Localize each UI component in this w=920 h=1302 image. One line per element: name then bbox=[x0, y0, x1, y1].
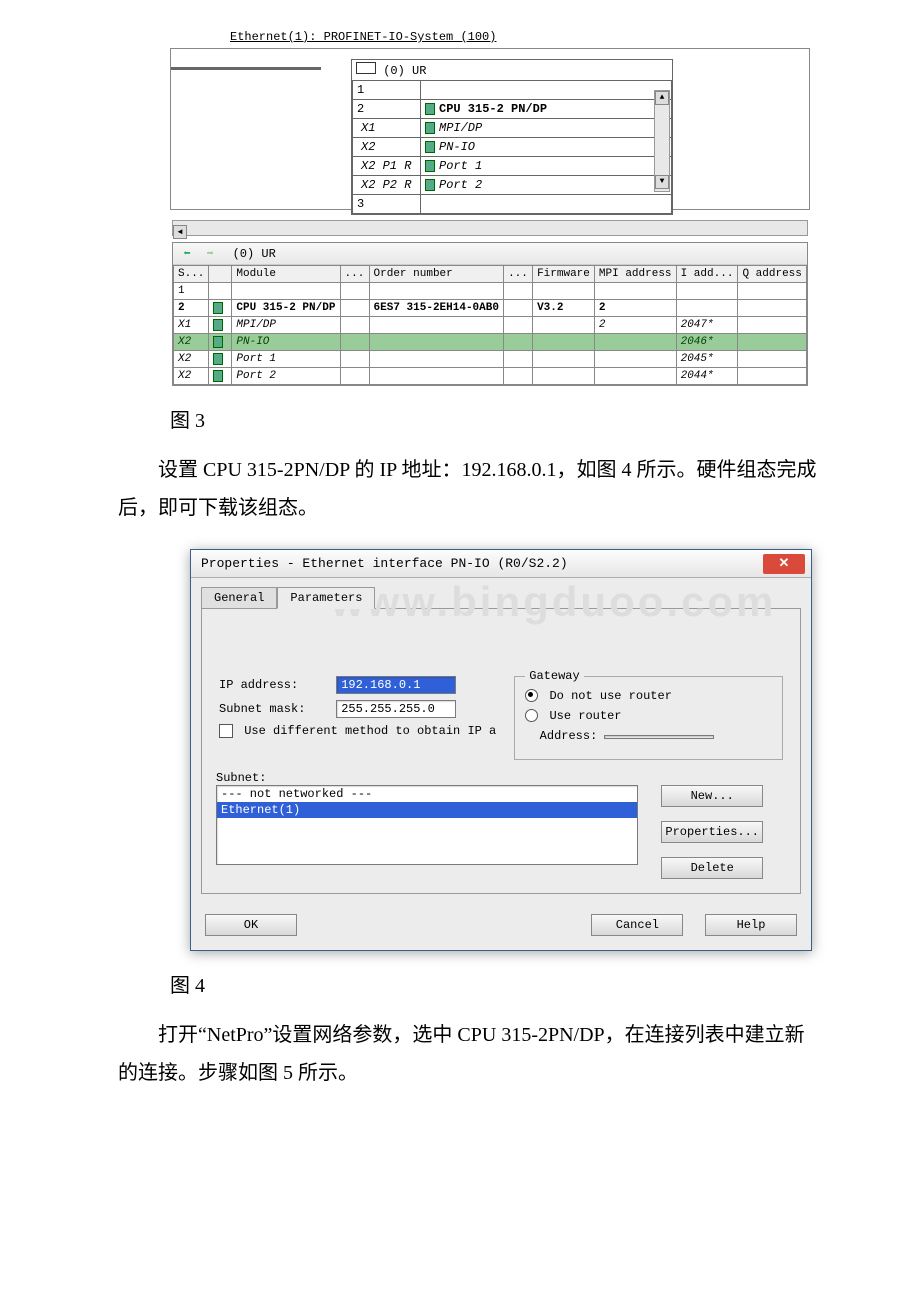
slot-cell[interactable]: 1 bbox=[353, 81, 421, 100]
figure-caption-4: 图 4 bbox=[170, 969, 860, 998]
new-button[interactable]: New... bbox=[661, 785, 763, 807]
module-icon bbox=[213, 353, 223, 365]
slot-name[interactable] bbox=[421, 81, 672, 100]
dialog-titlebar[interactable]: Properties - Ethernet interface PN-IO (R… bbox=[191, 550, 811, 578]
profinet-rail bbox=[171, 67, 321, 70]
rack-title: (0) UR bbox=[383, 64, 426, 78]
diff-method-label: Use different method to obtain IP a bbox=[244, 724, 496, 738]
module-icon bbox=[425, 141, 435, 153]
col-mpi[interactable]: MPI address bbox=[594, 266, 676, 283]
slot-cell[interactable]: X2 bbox=[353, 138, 421, 157]
slot-cell[interactable]: 2 bbox=[353, 100, 421, 119]
module-icon bbox=[425, 160, 435, 172]
scroll-left-icon[interactable]: ◄ bbox=[173, 225, 187, 239]
slot-name[interactable]: CPU 315-2 PN/DP bbox=[421, 100, 672, 119]
detail-header: ⬅ ➡ (0) UR bbox=[173, 243, 807, 265]
module-icon bbox=[425, 103, 435, 115]
slot-cell[interactable]: X2 P2 R bbox=[353, 176, 421, 195]
table-row-selected[interactable]: X2PN-IO2046* bbox=[174, 334, 807, 351]
subnet-listbox[interactable]: --- not networked --- Ethernet(1) bbox=[216, 785, 638, 865]
gw-addr-input bbox=[604, 735, 714, 739]
topology-area: (0) UR 1 2CPU 315-2 PN/DP X1MPI/DP X2PN-… bbox=[170, 48, 810, 210]
no-router-label: Do not use router bbox=[549, 689, 671, 703]
dialog-footer: OK Cancel Help bbox=[191, 904, 811, 950]
table-row[interactable]: 1 bbox=[174, 283, 807, 300]
gateway-group: Gateway Do not use router Use router Add… bbox=[514, 676, 783, 760]
module-icon bbox=[213, 302, 223, 314]
ok-button[interactable]: OK bbox=[205, 914, 297, 936]
slot-name[interactable] bbox=[421, 195, 672, 214]
radio-no-router[interactable] bbox=[525, 689, 538, 702]
table-row[interactable]: 2CPU 315-2 PN/DP6ES7 315-2EH14-0AB0V3.22 bbox=[174, 300, 807, 317]
mask-label: Subnet mask: bbox=[219, 702, 329, 716]
col-dots[interactable]: ... bbox=[340, 266, 369, 283]
slot-name[interactable]: Port 1 bbox=[421, 157, 672, 176]
close-icon[interactable]: ✕ bbox=[763, 554, 805, 574]
slot-cell[interactable]: 3 bbox=[353, 195, 421, 214]
ip-label: IP address: bbox=[219, 678, 329, 692]
table-row[interactable]: X2Port 22044* bbox=[174, 368, 807, 385]
module-icon bbox=[213, 336, 223, 348]
detail-table: S... Module ... Order number ... Firmwar… bbox=[173, 265, 807, 385]
scroll-down-icon[interactable]: ▼ bbox=[655, 175, 669, 189]
rack-box[interactable]: (0) UR 1 2CPU 315-2 PN/DP X1MPI/DP X2PN-… bbox=[351, 59, 673, 215]
module-icon bbox=[425, 122, 435, 134]
rack-header: (0) UR bbox=[352, 60, 672, 80]
slot-name[interactable]: PN-IO bbox=[421, 138, 672, 157]
module-icon bbox=[213, 319, 223, 331]
rack-table: 1 2CPU 315-2 PN/DP X1MPI/DP X2PN-IO X2 P… bbox=[352, 80, 672, 214]
module-icon bbox=[213, 370, 223, 382]
list-item[interactable]: --- not networked --- bbox=[217, 786, 637, 802]
table-row[interactable]: X2Port 12045* bbox=[174, 351, 807, 368]
cancel-button[interactable]: Cancel bbox=[591, 914, 683, 936]
slot-name[interactable]: Port 2 bbox=[421, 176, 672, 195]
properties-button[interactable]: Properties... bbox=[661, 821, 763, 843]
use-router-label: Use router bbox=[549, 709, 621, 723]
col-firmware[interactable]: Firmware bbox=[533, 266, 595, 283]
rack-scrollbar[interactable]: ▲ ▼ bbox=[654, 90, 670, 192]
slot-cell[interactable]: X1 bbox=[353, 119, 421, 138]
detail-title: (0) UR bbox=[233, 247, 276, 261]
col-qaddr[interactable]: Q address bbox=[738, 266, 807, 283]
tab-strip: GeneralParameters bbox=[191, 578, 811, 608]
slot-cell[interactable]: X2 P1 R bbox=[353, 157, 421, 176]
radio-use-router[interactable] bbox=[525, 709, 538, 722]
list-item-selected[interactable]: Ethernet(1) bbox=[217, 802, 637, 818]
col-slot[interactable]: S... bbox=[174, 266, 209, 283]
doc-paragraph: 打开“NetPro”设置网络参数，选中 CPU 315-2PN/DP，在连接列表… bbox=[118, 1016, 820, 1092]
col-icon bbox=[209, 266, 232, 283]
properties-dialog: Properties - Ethernet interface PN-IO (R… bbox=[190, 549, 812, 951]
module-icon bbox=[425, 179, 435, 191]
gateway-legend: Gateway bbox=[525, 669, 583, 683]
ip-input[interactable]: 192.168.0.1 bbox=[336, 676, 456, 694]
doc-paragraph: 设置 CPU 315-2PN/DP 的 IP 地址：192.168.0.1，如图… bbox=[118, 451, 820, 527]
col-module[interactable]: Module bbox=[232, 266, 340, 283]
help-button[interactable]: Help bbox=[705, 914, 797, 936]
nav-back-icon[interactable]: ⬅ bbox=[179, 246, 195, 260]
col-iaddr[interactable]: I add... bbox=[676, 266, 738, 283]
detail-panel: ⬅ ➡ (0) UR S... Module ... Order number … bbox=[172, 242, 808, 386]
slot-name[interactable]: MPI/DP bbox=[421, 119, 672, 138]
gw-addr-label: Address: bbox=[540, 729, 598, 743]
mask-input[interactable]: 255.255.255.0 bbox=[336, 700, 456, 718]
subnet-label: Ethernet(1): PROFINET-IO-System (100) bbox=[230, 30, 860, 44]
col-order[interactable]: Order number bbox=[369, 266, 504, 283]
delete-button[interactable]: Delete bbox=[661, 857, 763, 879]
nav-forward-icon[interactable]: ➡ bbox=[202, 246, 218, 260]
diff-method-checkbox[interactable] bbox=[219, 724, 233, 738]
dialog-title-text: Properties - Ethernet interface PN-IO (R… bbox=[201, 556, 568, 571]
col-dots2[interactable]: ... bbox=[504, 266, 533, 283]
figure-caption-3: 图 3 bbox=[170, 404, 860, 433]
table-row[interactable]: X1MPI/DP22047* bbox=[174, 317, 807, 334]
subnet-label: Subnet: bbox=[216, 771, 786, 785]
tab-general[interactable]: General bbox=[201, 587, 277, 609]
tab-content: IP address: 192.168.0.1 Subnet mask: 255… bbox=[201, 608, 801, 894]
scroll-up-icon[interactable]: ▲ bbox=[655, 91, 669, 105]
rack-icon bbox=[356, 62, 376, 74]
tab-parameters[interactable]: Parameters bbox=[277, 587, 375, 609]
h-scrollbar[interactable]: ◄ bbox=[172, 220, 808, 236]
